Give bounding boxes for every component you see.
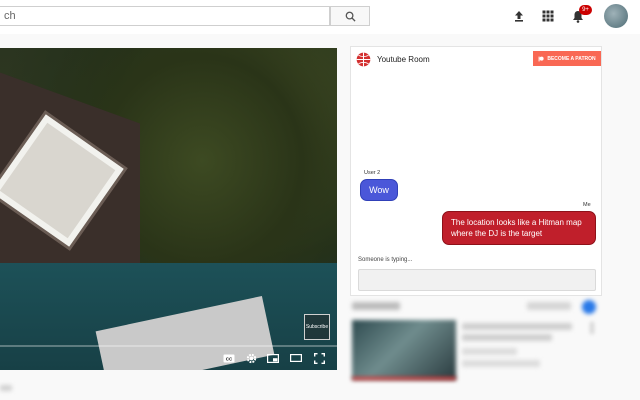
autoplay-label [527, 302, 571, 310]
search-button[interactable] [330, 6, 370, 26]
avatar[interactable] [604, 4, 628, 28]
watched-progress-bar [352, 377, 456, 380]
settings-button[interactable] [245, 352, 257, 364]
fullscreen-icon [313, 352, 325, 364]
captions-icon: CC [223, 354, 235, 362]
video-title-stub [0, 385, 12, 391]
progress-bar[interactable] [0, 345, 337, 347]
become-patron-button[interactable]: BECOME A PATRON [533, 51, 601, 66]
recommended-video-thumbnail[interactable] [352, 320, 456, 380]
theater-mode-button[interactable] [290, 352, 302, 364]
message-bubble-me: The location looks like a Hitman map whe… [442, 211, 596, 245]
search-icon [345, 11, 356, 22]
upload-button[interactable] [511, 8, 527, 24]
chat-panel: Youtube Room BECOME A PATRON User 2 Wow … [350, 46, 602, 296]
message-bubble-other: Wow [360, 179, 398, 201]
miniplayer-icon [267, 353, 279, 363]
svg-text:CC: CC [226, 356, 233, 361]
more-options-icon[interactable] [590, 322, 594, 334]
message-text: Wow [369, 185, 389, 195]
apps-button[interactable] [540, 8, 556, 24]
fullscreen-button[interactable] [313, 352, 325, 364]
gear-icon [246, 353, 256, 363]
recommended-video-channel [462, 348, 517, 355]
apps-grid-icon [542, 10, 554, 22]
miniplayer-button[interactable] [267, 352, 279, 364]
recommended-video-title[interactable] [462, 323, 572, 330]
message-text: The location looks like a Hitman map whe… [451, 218, 582, 238]
captions-button[interactable]: CC [223, 352, 235, 364]
typing-indicator: Someone is typing... [358, 257, 413, 263]
message-sender: Me [583, 202, 591, 208]
masthead: ch 9+ [0, 0, 640, 34]
theater-icon [290, 354, 302, 362]
search-input-value: ch [4, 10, 16, 22]
message-input[interactable] [358, 269, 596, 291]
subscribe-watermark[interactable]: Subscribe [304, 314, 330, 340]
up-next-heading [352, 302, 400, 310]
notification-badge: 9+ [579, 5, 592, 15]
upload-icon [515, 11, 523, 22]
recommended-video-meta [462, 360, 540, 367]
recommended-video-title-line2 [462, 334, 552, 341]
message-sender: User 2 [364, 170, 381, 176]
search-input[interactable]: ch [0, 6, 330, 26]
chat-title: Youtube Room [377, 55, 430, 64]
patreon-icon [538, 56, 544, 61]
subscribe-watermark-label: Subscribe [305, 324, 329, 330]
video-player[interactable] [0, 48, 337, 370]
autoplay-toggle[interactable] [582, 300, 596, 314]
become-patron-label: BECOME A PATRON [547, 55, 596, 62]
youtube-room-logo-icon [356, 52, 371, 67]
